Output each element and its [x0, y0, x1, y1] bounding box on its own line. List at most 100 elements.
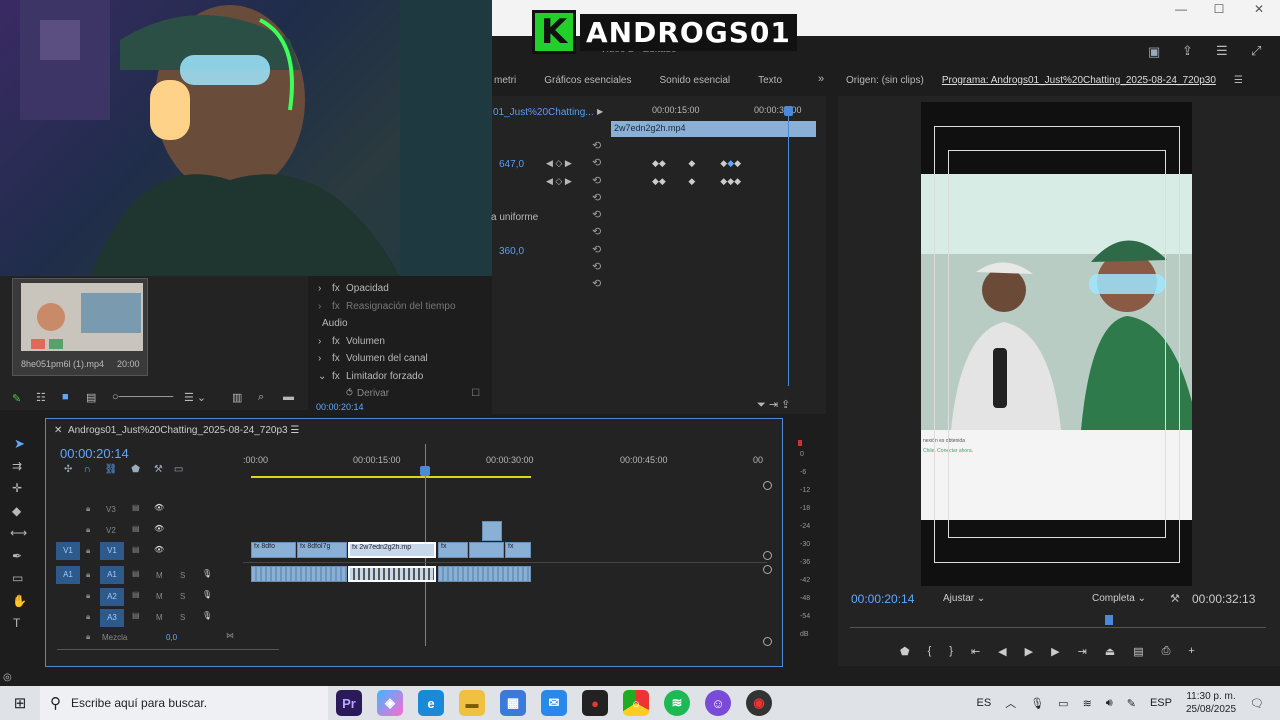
sync-icon[interactable]: ▤ [132, 569, 140, 578]
discord-app-icon[interactable]: ☺ [705, 690, 731, 716]
lock-icon[interactable]: 🔒︎ [86, 504, 90, 514]
clock[interactable]: 11:30 p. m. 25/08/2025 [1186, 690, 1236, 716]
minimize-button[interactable]: — [1166, 2, 1196, 20]
mix-end-icon[interactable]: ⋈ [226, 631, 234, 640]
clip-v1-a[interactable]: fx 8dfo [251, 542, 296, 558]
lift-icon[interactable]: ⏏ [1105, 645, 1115, 658]
effect-hard-limiter[interactable]: ⌄ fx Limitador forzado [318, 368, 608, 386]
premiere-app-icon[interactable]: Pr [336, 690, 362, 716]
timeline-tool-icons[interactable]: ✣ ∩ ⛓ ⬟ ⚒ ▭ [64, 464, 183, 475]
track-v3[interactable]: V3 [106, 505, 116, 514]
track-v2[interactable]: V2 [106, 526, 116, 535]
rectangle-icon[interactable]: ▭ [12, 571, 23, 585]
seq-menu-icon[interactable]: ☰ [290, 425, 299, 436]
more-tabs-icon[interactable]: » [818, 73, 824, 85]
mic-tray-icon[interactable]: 🎙︎ [1030, 697, 1044, 710]
sync-icon[interactable]: ▤ [132, 503, 140, 512]
taskbar-search[interactable]: ⚲ Escribe aquí para buscar. [40, 686, 328, 720]
scroll-handle[interactable] [763, 637, 772, 646]
source-a1[interactable]: A1 [56, 566, 80, 584]
settings-wrench-icon[interactable]: ⚒ [1170, 592, 1180, 605]
clip-v1-selected[interactable]: fx 2w7edn2g2h.mp [348, 542, 436, 558]
tab-program-monitor[interactable]: Programa: Androgs01_Just%20Chatting_2025… [942, 75, 1216, 86]
ripple-edit-icon[interactable]: ✛ [12, 481, 22, 495]
lang-indicator[interactable]: ES [977, 697, 992, 709]
lock-icon[interactable]: 🔒︎ [86, 612, 90, 622]
sync-icon[interactable]: ▤ [132, 611, 140, 620]
work-area-bar[interactable] [251, 476, 531, 478]
program-menu-icon[interactable]: ☰ [1234, 75, 1243, 86]
track-a1[interactable]: A1 [100, 566, 124, 584]
track-select-icon[interactable]: ⇉ [12, 459, 22, 473]
extract-icon[interactable]: ▤ [1133, 645, 1143, 658]
playhead-handle[interactable] [420, 466, 430, 476]
wrench-icon[interactable]: ⚒ [154, 464, 163, 475]
filter-icon[interactable]: ⏷ ⇥ ⇪ [757, 398, 790, 412]
spotify-app-icon[interactable]: ≋ [664, 690, 690, 716]
solo-button[interactable]: S [180, 613, 185, 622]
clip-v1-d[interactable]: fx [438, 542, 468, 558]
pen-icon[interactable]: ✒ [12, 549, 22, 563]
clip-v2[interactable] [482, 521, 502, 541]
close-seq-icon[interactable]: ✕ [54, 425, 62, 436]
clip-v1-e[interactable] [469, 542, 504, 558]
mic-icon[interactable]: 🎙︎ [202, 611, 212, 620]
tab-essential-sound[interactable]: Sonido esencial [660, 75, 731, 86]
bypass-row[interactable]: ⥀ Derivar ☐ [318, 385, 608, 403]
audio-clip-a[interactable] [251, 566, 347, 582]
step-forward-icon[interactable]: ▶ [1051, 645, 1059, 658]
sync-icon[interactable]: ▤ [132, 545, 140, 554]
timeline-current-time[interactable]: 00:00:20:14 [60, 446, 129, 461]
obs-app-icon[interactable]: ◉ [746, 690, 772, 716]
maximize-button[interactable]: ☐ [1204, 2, 1234, 20]
mic-icon[interactable]: 🎙︎ [202, 569, 212, 578]
selection-tool-icon[interactable]: ➤ [14, 436, 25, 452]
fit-dropdown[interactable]: Ajustar ⌄ [943, 593, 985, 604]
keyframes-row2[interactable]: ◆◆ ◆ ◆◆◆ [652, 176, 741, 187]
type-tool-icon[interactable]: T [13, 616, 20, 630]
input-lang[interactable]: ESP [1150, 697, 1172, 709]
tab-essential-graphics[interactable]: Gráficos esenciales [544, 75, 631, 86]
program-current-time[interactable]: 00:00:20:14 [851, 592, 914, 606]
ec-uniform-scale[interactable]: a uniforme [491, 212, 538, 223]
marker-icon[interactable]: ⬟ [131, 464, 140, 475]
pen-tray-icon[interactable]: ✎ [1127, 697, 1136, 710]
battery-icon[interactable]: ▭ [1058, 697, 1068, 710]
snap-icon[interactable]: ✣ [64, 464, 72, 475]
lock-icon[interactable]: 🔒︎ [86, 591, 90, 601]
tab-source-monitor[interactable]: Origen: (sin clips) [846, 75, 924, 86]
razor-icon[interactable]: ◆ [12, 504, 21, 518]
scroll-handle[interactable] [763, 565, 772, 574]
program-scrubber[interactable] [850, 627, 1266, 635]
lock-icon[interactable]: 🔒︎ [86, 632, 90, 642]
sync-icon[interactable]: ▤ [132, 524, 140, 533]
go-to-out-icon[interactable]: ⇥ [1078, 645, 1087, 658]
hand-icon[interactable]: ✋ [12, 594, 27, 608]
quality-dropdown[interactable]: Completa ⌄ [1092, 593, 1146, 604]
fullscreen-icon[interactable]: ⤢ [1251, 43, 1261, 59]
copilot-app-icon[interactable]: ◈ [377, 690, 403, 716]
clip-v1-b[interactable]: fx 8dfol7g [297, 542, 347, 558]
reset-icons[interactable]: ⟲ ⟲ ⟲ ⟲ ⟲ ⟲ ⟲ ⟲ ⟲ [592, 138, 601, 294]
store-app-icon[interactable]: ▦ [500, 690, 526, 716]
mix-value[interactable]: 0,0 [166, 633, 177, 642]
mark-in-icon[interactable]: { [928, 645, 932, 658]
mic-icon[interactable]: 🎙︎ [202, 590, 212, 599]
play-icon[interactable]: ▶ [1025, 645, 1033, 658]
list-view-icon[interactable]: ☷ [36, 391, 46, 404]
lock-icon[interactable]: 🔒︎ [86, 570, 90, 580]
add-marker-icon[interactable]: ⬟ [900, 645, 910, 658]
effect-opacity[interactable]: › fx Opacidad [318, 280, 608, 298]
ec-value-rotation[interactable]: 360,0 [499, 246, 524, 257]
volume-icon[interactable]: 🔊︎ [1106, 697, 1113, 710]
mute-button[interactable]: M [156, 613, 163, 622]
keyframe-nav-icon[interactable]: ◀ ◇ ▶ [546, 158, 572, 169]
eye-icon[interactable]: 👁︎ [154, 503, 164, 512]
new-bin-icon[interactable]: ▬ [283, 391, 294, 403]
step-back-icon[interactable]: ◀ [998, 645, 1006, 658]
go-to-in-icon[interactable]: ⇤ [971, 645, 980, 658]
close-button[interactable]: ✕ [1244, 2, 1274, 20]
tab-text[interactable]: Texto [758, 75, 782, 86]
wifi-icon[interactable]: ≋ [1083, 697, 1092, 710]
keyframe-nav-icon-2[interactable]: ◀ ◇ ▶ [546, 176, 572, 187]
